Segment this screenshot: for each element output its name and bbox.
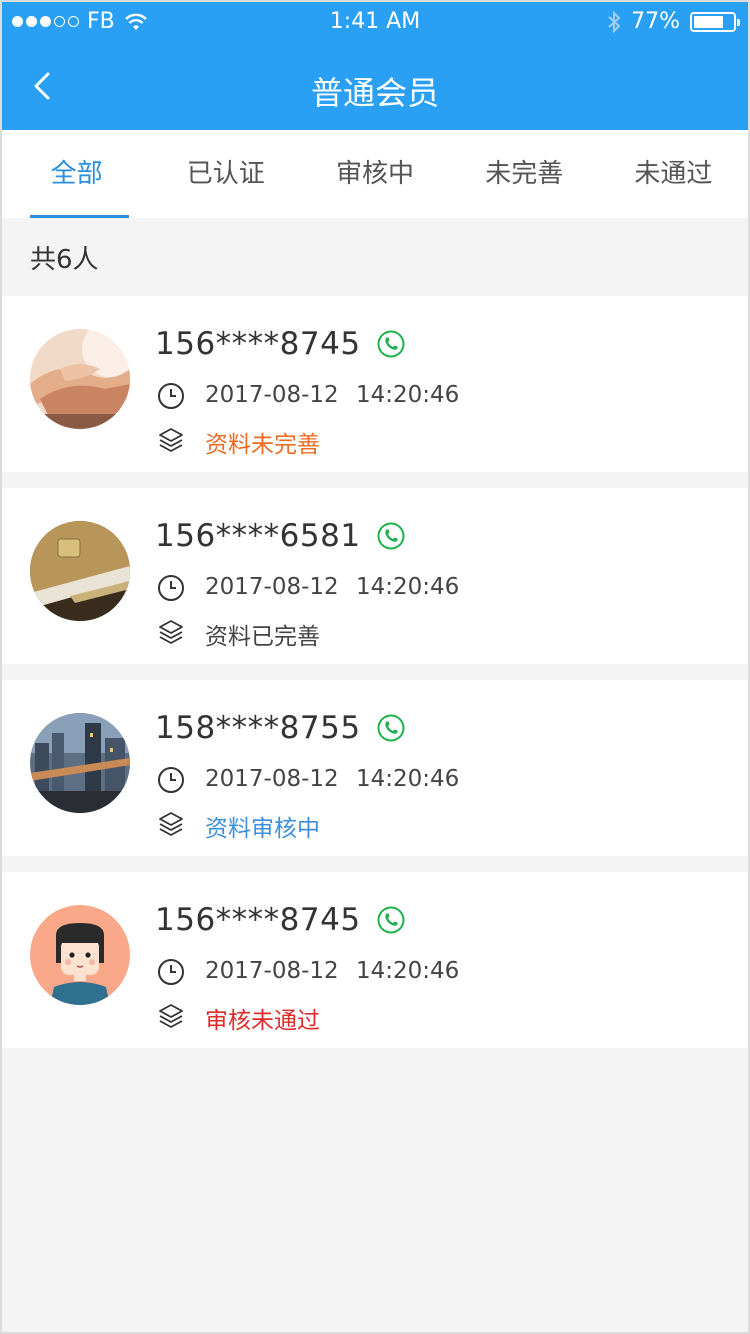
member-list: 156****8745 2017-08-12 14:20:46 资料未完善 15… — [2, 296, 748, 1064]
phone-call-icon[interactable] — [377, 906, 405, 934]
member-list-item[interactable]: 156****8745 2017-08-12 14:20:46 资料未完善 — [2, 296, 748, 472]
page-title: 普通会员 — [310, 74, 439, 112]
avatar — [30, 521, 130, 621]
filter-tabs: 全部 已认证 审核中 未完善 未通过 — [2, 130, 748, 218]
tab-reviewing[interactable]: 审核中 — [300, 130, 449, 218]
status-bar: FB 1:41 AM 77% — [2, 2, 748, 42]
bluetooth-icon — [608, 10, 621, 33]
member-list-item[interactable]: 156****8745 2017-08-12 14:20:46 审核未通过 — [2, 872, 748, 1048]
layers-icon — [159, 812, 183, 836]
avatar — [30, 905, 130, 1005]
battery-icon — [690, 11, 740, 32]
member-list-item[interactable]: 158****8755 2017-08-12 14:20:46 资料审核中 — [2, 680, 748, 856]
member-datetime: 2017-08-12 14:20:46 — [205, 382, 460, 408]
layers-icon — [159, 1004, 183, 1028]
tab-all[interactable]: 全部 — [2, 130, 151, 218]
tab-verified[interactable]: 已认证 — [151, 130, 300, 218]
member-phone: 156****6581 — [155, 518, 361, 554]
clock-icon — [158, 959, 184, 985]
member-status: 资料已完善 — [205, 624, 320, 650]
tab-rejected[interactable]: 未通过 — [599, 130, 748, 218]
phone-call-icon[interactable] — [377, 522, 405, 550]
battery-percent: 77% — [631, 9, 680, 34]
battery-fill — [694, 15, 724, 28]
layers-icon — [159, 620, 183, 644]
member-datetime: 2017-08-12 14:20:46 — [205, 958, 460, 984]
device-status: 77% — [607, 9, 740, 34]
member-count: 共6人 — [30, 245, 99, 275]
avatar — [30, 713, 130, 813]
member-phone: 156****8745 — [155, 902, 361, 938]
member-phone: 156****8745 — [155, 326, 361, 362]
member-status: 资料未完善 — [205, 432, 320, 458]
clock-icon — [158, 575, 184, 601]
city-skyline-photo-avatar — [30, 713, 130, 813]
clock-icon — [158, 767, 184, 793]
phone-call-icon[interactable] — [377, 330, 405, 358]
member-list-item[interactable]: 156****6581 2017-08-12 14:20:46 资料已完善 — [2, 488, 748, 664]
member-datetime: 2017-08-12 14:20:46 — [205, 574, 460, 600]
member-status: 资料审核中 — [205, 816, 320, 842]
phone-call-icon[interactable] — [377, 714, 405, 742]
member-phone: 158****8755 — [155, 710, 361, 746]
member-datetime: 2017-08-12 14:20:46 — [205, 766, 460, 792]
navigation-bar: 普通会员 — [2, 42, 748, 130]
cartoon-girl-avatar — [30, 905, 130, 1005]
hands-photo-avatar — [30, 329, 130, 429]
tab-incomplete[interactable]: 未完善 — [450, 130, 599, 218]
bank-cards-photo-avatar — [30, 521, 130, 621]
member-status: 审核未通过 — [205, 1008, 320, 1034]
avatar — [30, 329, 130, 429]
clock-icon — [158, 383, 184, 409]
layers-icon — [159, 428, 183, 452]
